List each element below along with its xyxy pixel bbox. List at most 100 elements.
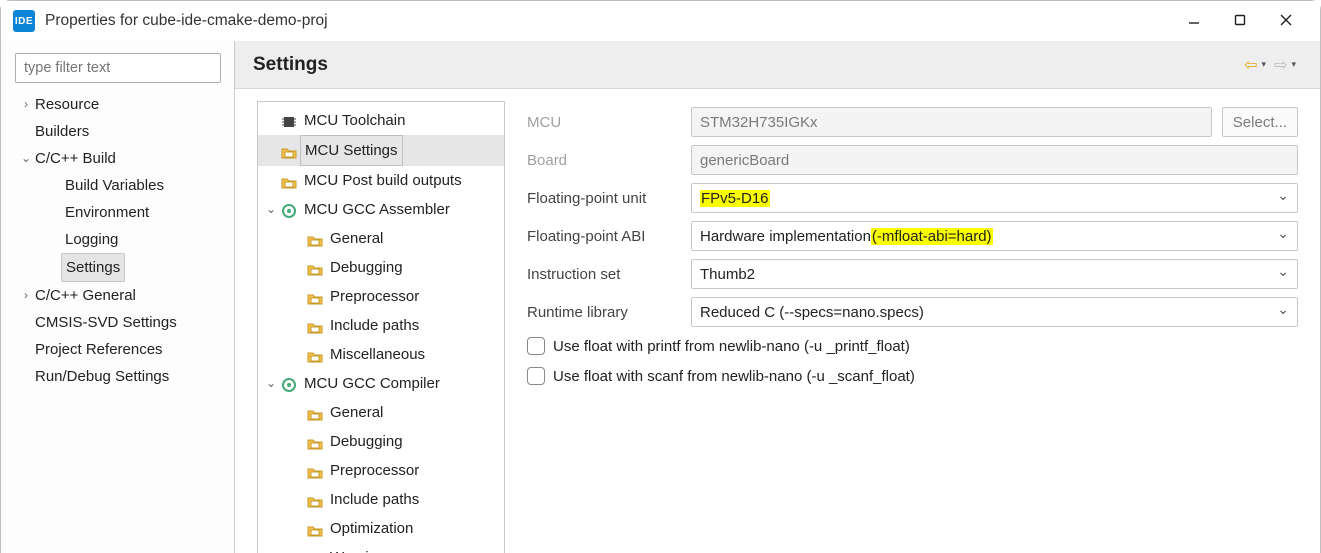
nav-tree: ›ResourceBuilders⌄C/C++ BuildBuild Varia… <box>15 91 224 390</box>
checkbox-printf-float[interactable] <box>527 337 545 355</box>
dropdown-fabi[interactable]: Hardware implementation (-mfloat-abi=har… <box>691 221 1298 251</box>
folder-icon <box>306 491 324 509</box>
folder-icon <box>280 142 298 160</box>
right-panel: Settings ⇦ ▾ ⇨ ▾ MCU ToolchainMCU Settin… <box>235 41 1320 553</box>
nav-item-label: Build Variables <box>65 172 164 199</box>
tree-item-general[interactable]: General <box>258 398 504 427</box>
tree-item-mcu-toolchain[interactable]: MCU Toolchain <box>258 106 504 135</box>
tree-item-preprocessor[interactable]: Preprocessor <box>258 456 504 485</box>
nav-item-logging[interactable]: Logging <box>15 226 224 253</box>
checkbox-scanf-float[interactable] <box>527 367 545 385</box>
nav-item-label: Logging <box>65 226 118 253</box>
nav-item-cmsis-svd-settings[interactable]: CMSIS-SVD Settings <box>15 309 224 336</box>
label-rtlib: Runtime library <box>527 304 681 321</box>
label-board: Board <box>527 152 681 169</box>
row-mcu: MCU STM32H735IGKx Select... <box>527 103 1298 141</box>
tree-item-mcu-post-build-outputs[interactable]: MCU Post build outputs <box>258 166 504 195</box>
filter-input[interactable] <box>15 53 221 83</box>
row-fabi: Floating-point ABI Hardware implementati… <box>527 217 1298 255</box>
nav-item-label: Resource <box>35 91 99 118</box>
folder-icon <box>306 433 324 451</box>
tree-item-label: Debugging <box>330 427 403 456</box>
label-iset: Instruction set <box>527 266 681 283</box>
back-dropdown[interactable]: ▾ <box>1260 59 1273 70</box>
titlebar: IDE Properties for cube-ide-cmake-demo-p… <box>1 1 1320 41</box>
folder-icon <box>306 230 324 248</box>
field-board: genericBoard <box>691 145 1298 175</box>
tree-item-label: Preprocessor <box>330 282 419 311</box>
left-panel: ›ResourceBuilders⌄C/C++ BuildBuild Varia… <box>1 41 235 553</box>
folder-icon <box>280 172 298 190</box>
form-area: MCU STM32H735IGKx Select... Board generi… <box>505 101 1320 553</box>
tree-item-label: Debugging <box>330 253 403 282</box>
chevron-down-icon[interactable]: ⌄ <box>19 145 33 172</box>
nav-item-run-debug-settings[interactable]: Run/Debug Settings <box>15 363 224 390</box>
tree-item-debugging[interactable]: Debugging <box>258 253 504 282</box>
minimize-button[interactable] <box>1182 13 1206 30</box>
tool-icon <box>280 375 298 393</box>
field-mcu: STM32H735IGKx <box>691 107 1212 137</box>
nav-item-label: CMSIS-SVD Settings <box>35 309 177 336</box>
app-icon: IDE <box>13 10 35 32</box>
folder-icon <box>306 462 324 480</box>
fabi-hl: (-mfloat-abi=hard) <box>871 228 993 245</box>
nav-item-builders[interactable]: Builders <box>15 118 224 145</box>
tree-item-general[interactable]: General <box>258 224 504 253</box>
tree-item-label: Include paths <box>330 485 419 514</box>
dropdown-fpu[interactable]: FPv5-D16 <box>691 183 1298 213</box>
tree-item-label: Warnings <box>330 543 393 553</box>
iset-value: Thumb2 <box>700 266 755 283</box>
nav-item-project-references[interactable]: Project References <box>15 336 224 363</box>
tree-item-warnings[interactable]: Warnings <box>258 543 504 553</box>
label-fabi: Floating-point ABI <box>527 228 681 245</box>
tree-item-label: MCU Post build outputs <box>304 166 462 195</box>
main-layout: ›ResourceBuilders⌄C/C++ BuildBuild Varia… <box>1 41 1320 553</box>
tree-item-preprocessor[interactable]: Preprocessor <box>258 282 504 311</box>
tree-item-mcu-gcc-assembler[interactable]: ⌄MCU GCC Assembler <box>258 195 504 224</box>
tree-item-label: MCU Settings <box>300 135 403 166</box>
folder-icon <box>306 259 324 277</box>
nav-item-environment[interactable]: Environment <box>15 199 224 226</box>
tree-item-mcu-gcc-compiler[interactable]: ⌄ MCU GCC Compiler <box>258 369 504 398</box>
heading-bar: Settings ⇦ ▾ ⇨ ▾ <box>235 41 1320 89</box>
tree-item-mcu-settings[interactable]: MCU Settings <box>258 135 504 166</box>
folder-icon <box>306 404 324 422</box>
tree-item-label: MCU GCC Compiler <box>304 369 440 398</box>
nav-item-resource[interactable]: ›Resource <box>15 91 224 118</box>
tree-item-miscellaneous[interactable]: Miscellaneous <box>258 340 504 369</box>
dropdown-iset[interactable]: Thumb2 <box>691 259 1298 289</box>
nav-item-c-c-build[interactable]: ⌄C/C++ Build <box>15 145 224 172</box>
nav-item-label: C/C++ Build <box>35 145 116 172</box>
settings-tree: MCU ToolchainMCU SettingsMCU Post build … <box>257 101 505 553</box>
fabi-prefix: Hardware implementation <box>700 228 871 245</box>
tree-item-label: Include paths <box>330 311 419 340</box>
nav-item-build-variables[interactable]: Build Variables <box>15 172 224 199</box>
forward-button[interactable]: ⇨ <box>1274 55 1287 75</box>
close-button[interactable] <box>1274 13 1298 30</box>
nav-item-settings[interactable]: Settings <box>15 253 224 282</box>
nav-item-label: Project References <box>35 336 163 363</box>
tree-item-include-paths[interactable]: Include paths <box>258 311 504 340</box>
chevron-right-icon[interactable]: › <box>19 91 33 118</box>
folder-icon <box>306 317 324 335</box>
tree-item-label: Optimization <box>330 514 413 543</box>
row-iset: Instruction set Thumb2 <box>527 255 1298 293</box>
chevron-down-icon[interactable]: ⌄ <box>264 369 278 398</box>
maximize-button[interactable] <box>1228 13 1252 30</box>
rtlib-value: Reduced C (--specs=nano.specs) <box>700 304 924 321</box>
tree-item-optimization[interactable]: Optimization <box>258 514 504 543</box>
chevron-right-icon[interactable]: › <box>19 282 33 309</box>
folder-icon <box>306 288 324 306</box>
nav-item-label: Run/Debug Settings <box>35 363 169 390</box>
folder-icon <box>306 549 324 553</box>
tree-item-debugging[interactable]: Debugging <box>258 427 504 456</box>
tree-item-include-paths[interactable]: Include paths <box>258 485 504 514</box>
chevron-down-icon[interactable]: ⌄ <box>264 195 278 224</box>
chip-icon <box>280 112 298 130</box>
dropdown-rtlib[interactable]: Reduced C (--specs=nano.specs) <box>691 297 1298 327</box>
forward-dropdown[interactable]: ▾ <box>1289 59 1302 70</box>
select-mcu-button[interactable]: Select... <box>1222 107 1298 137</box>
back-button[interactable]: ⇦ <box>1244 55 1257 75</box>
nav-item-c-c-general[interactable]: ›C/C++ General <box>15 282 224 309</box>
label-mcu: MCU <box>527 114 681 131</box>
